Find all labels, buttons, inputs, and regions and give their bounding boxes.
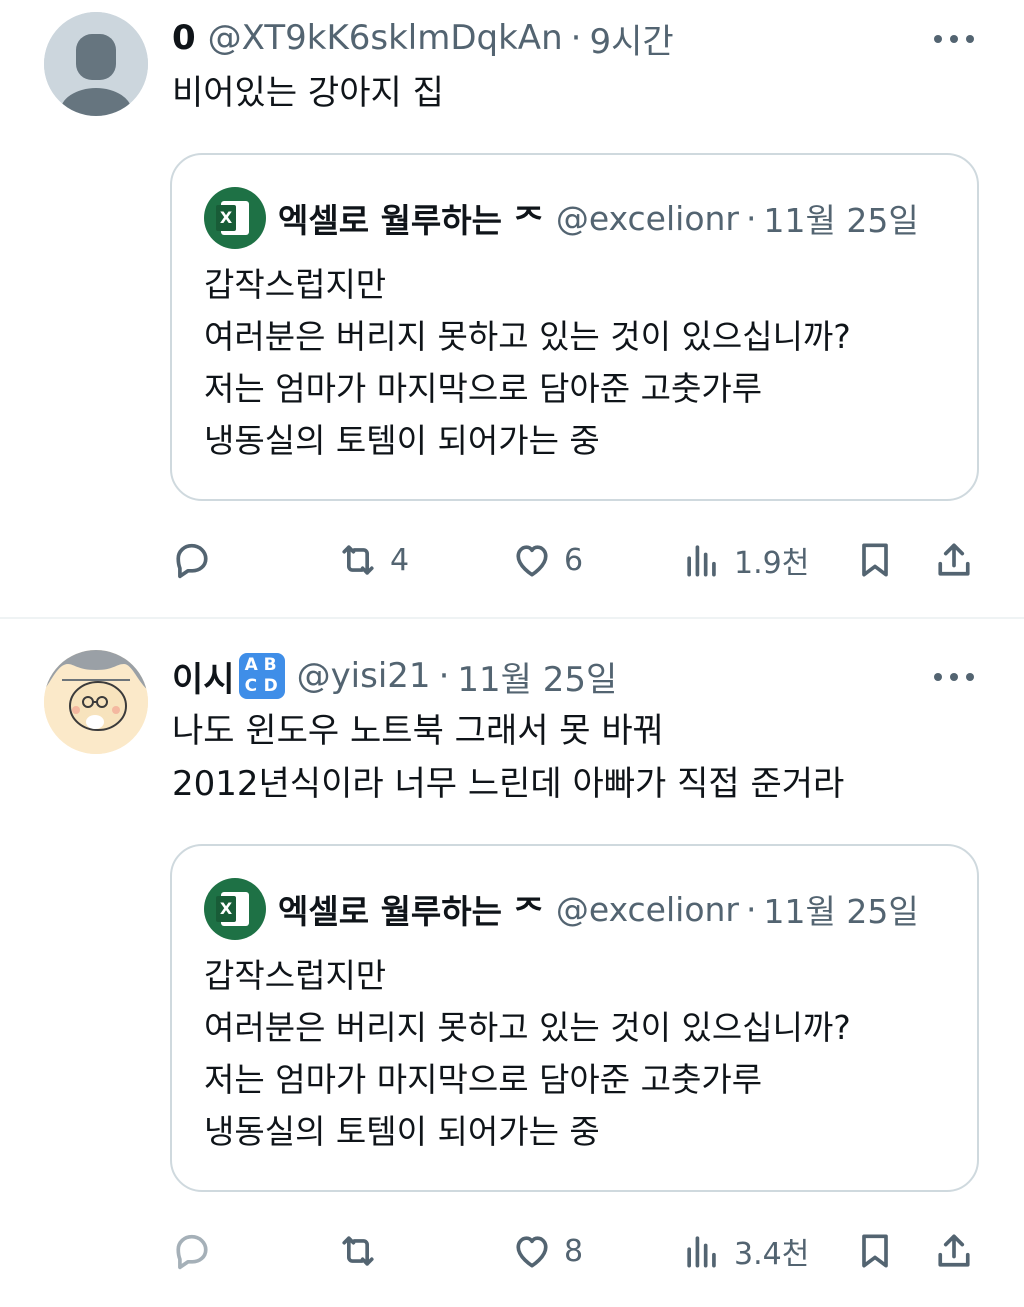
share-button[interactable]: [932, 1221, 976, 1281]
timestamp[interactable]: 11월 25일: [457, 652, 617, 701]
retweet-icon: [342, 545, 374, 575]
view-count: 3.4천: [734, 1237, 810, 1272]
retweet-button[interactable]: 4: [336, 530, 409, 590]
share-icon: [938, 543, 970, 576]
quoted-display-name: 엑셀로 월루하는 ᄌ: [278, 892, 544, 931]
retweet-button[interactable]: [336, 1221, 390, 1281]
views-button[interactable]: 3.4천: [680, 1221, 809, 1281]
cartoon-animal-avatar-icon: [44, 650, 148, 754]
quoted-tweet-header: X 엑셀로 월루하는 ᄌ @excelionr · 11월 25일: [204, 185, 919, 251]
avatar[interactable]: [44, 12, 148, 116]
separator-dot: ·: [438, 656, 450, 696]
bookmark-button[interactable]: [853, 530, 897, 590]
reply-button[interactable]: [170, 1221, 224, 1281]
bookmark-icon: [862, 543, 888, 577]
like-button[interactable]: 8: [510, 1221, 583, 1281]
retweet-icon: [342, 1236, 374, 1266]
handle[interactable]: @yisi21: [297, 656, 431, 696]
bar-chart-icon: [687, 1236, 716, 1268]
separator-dot: ·: [746, 889, 757, 929]
quoted-tweet[interactable]: X 엑셀로 월루하는 ᄌ @excelionr · 11월 25일 갑작스럽지만…: [170, 153, 979, 501]
quoted-tweet-text: 갑작스럽지만 여러분은 버리지 못하고 있는 것이 있으십니까? 저는 엄마가 …: [204, 956, 851, 1151]
timestamp[interactable]: 9시간: [589, 14, 673, 63]
quoted-handle: @excelionr: [555, 889, 739, 929]
separator-dot: ·: [746, 198, 757, 238]
action-bar: 4 6 1.9천: [0, 530, 1024, 590]
like-count: 6: [564, 542, 584, 578]
abcd-emoji-icon: AB CD: [238, 653, 285, 699]
default-user-icon: [44, 12, 148, 116]
views-button[interactable]: 1.9천: [680, 530, 809, 590]
tweet-header: 0 @XT9kK6sklmDqkAn · 9시간: [172, 13, 674, 63]
quoted-tweet-header: X 엑셀로 월루하는 ᄌ @excelionr · 11월 25일: [204, 876, 919, 942]
avatar[interactable]: [44, 650, 148, 754]
more-options-icon[interactable]: [934, 671, 974, 683]
reply-icon: [176, 543, 208, 579]
excel-avatar-icon: X: [204, 878, 266, 940]
quoted-tweet-text: 갑작스럽지만 여러분은 버리지 못하고 있는 것이 있으십니까? 저는 엄마가 …: [204, 265, 851, 460]
tweet-header: 이시 AB CD @yisi21 · 11월 25일: [172, 651, 617, 701]
reply-icon: [176, 1234, 208, 1270]
tweet[interactable]: 이시 AB CD @yisi21 · 11월 25일 나도 윈도우 노트북 그래…: [0, 619, 1024, 1307]
action-bar: 8 3.4천: [0, 1221, 1024, 1281]
handle[interactable]: @XT9kK6sklmDqkAn: [208, 18, 563, 58]
tweet[interactable]: 0 @XT9kK6sklmDqkAn · 9시간 비어있는 강아지 집 X 엑셀…: [0, 0, 1024, 617]
reply-button[interactable]: [170, 530, 224, 590]
quoted-timestamp: 11월 25일: [763, 892, 919, 931]
heart-icon: [516, 545, 548, 577]
quoted-tweet[interactable]: X 엑셀로 월루하는 ᄌ @excelionr · 11월 25일 갑작스럽지만…: [170, 844, 979, 1192]
display-name[interactable]: 이시: [172, 652, 235, 701]
quoted-timestamp: 11월 25일: [763, 201, 919, 240]
more-options-icon[interactable]: [934, 33, 974, 45]
share-icon: [938, 1234, 970, 1267]
separator-dot: ·: [570, 18, 582, 58]
quoted-handle: @excelionr: [555, 198, 739, 238]
retweet-count: 4: [390, 542, 410, 578]
bookmark-button[interactable]: [853, 1221, 897, 1281]
bar-chart-icon: [687, 545, 716, 577]
heart-icon: [516, 1236, 548, 1268]
like-count: 8: [564, 1233, 584, 1269]
view-count: 1.9천: [734, 546, 810, 581]
bookmark-icon: [862, 1234, 888, 1268]
like-button[interactable]: 6: [510, 530, 583, 590]
tweet-text: 나도 윈도우 노트북 그래서 못 바꿔 2012년식이라 너무 느린데 아빠가 …: [172, 711, 845, 804]
tweet-text: 비어있는 강아지 집: [172, 73, 444, 113]
display-name[interactable]: 0: [172, 18, 196, 58]
quoted-display-name: 엑셀로 월루하는 ᄌ: [278, 201, 544, 240]
share-button[interactable]: [932, 530, 976, 590]
excel-avatar-icon: X: [204, 187, 266, 249]
